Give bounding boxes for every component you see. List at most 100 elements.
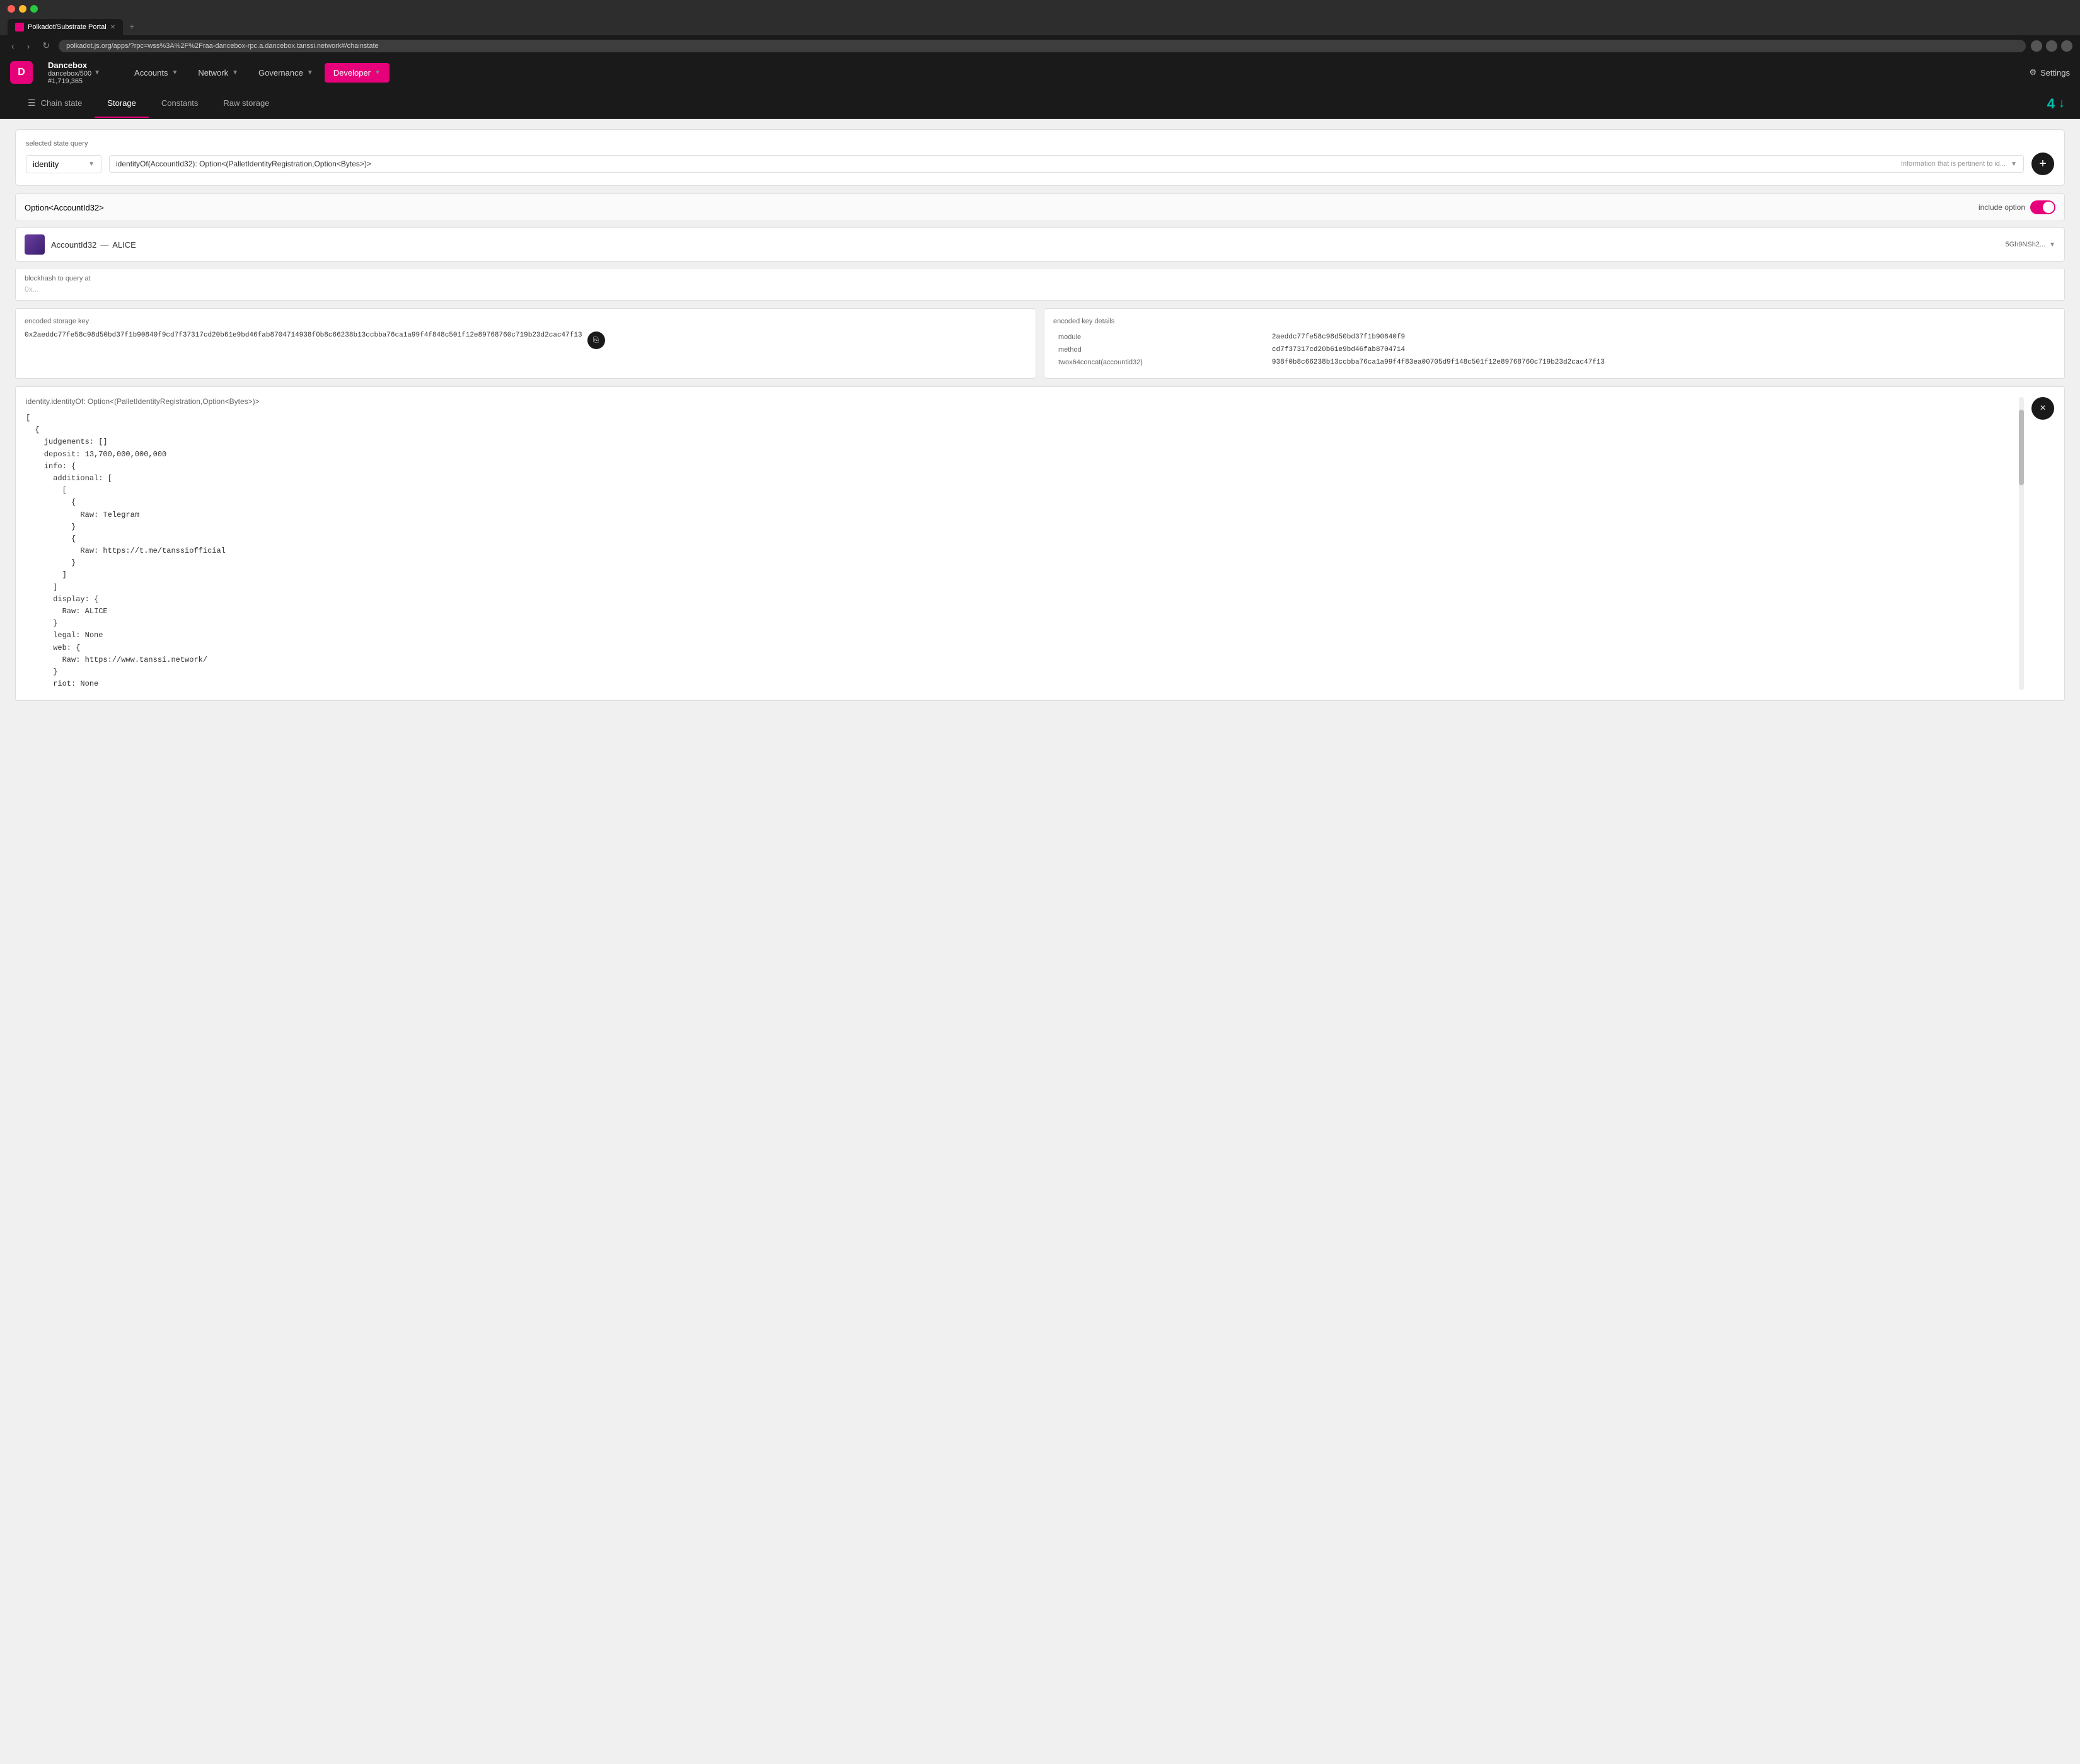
result-scrollbar-thumb — [2019, 410, 2024, 485]
gear-icon: ⚙ — [2029, 67, 2037, 78]
encoded-key-card: encoded storage key 0x2aeddc77fe58c98d50… — [15, 308, 1036, 379]
subnav-raw-storage-label: Raw storage — [223, 98, 269, 108]
module-row-label: module — [1054, 331, 1267, 343]
down-arrow-icon: ↓ — [2059, 96, 2065, 111]
main-nav: Accounts ▼ Network ▼ Governance ▼ Develo… — [125, 63, 2014, 83]
query-section: selected state query identity ▼ identity… — [15, 129, 2065, 186]
encoded-key-value-group: 0x2aeddc77fe58c98d50bd37f1b90840f9cd7f37… — [25, 330, 1027, 349]
developer-chevron-icon: ▼ — [374, 69, 381, 76]
nav-label-network: Network — [198, 68, 228, 78]
account-name-group: AccountId32 — ALICE — [51, 240, 136, 250]
result-code: [ { judgements: [] deposit: 13,700,000,0… — [26, 412, 2011, 690]
traffic-yellow — [19, 5, 26, 13]
nav-item-developer[interactable]: Developer ▼ — [325, 63, 390, 83]
twox-row-label: twox64concat(accountid32) — [1054, 357, 1267, 368]
add-query-button[interactable]: + — [2031, 153, 2054, 175]
nav-item-governance[interactable]: Governance ▼ — [250, 63, 322, 83]
network-name: Dancebox — [48, 61, 91, 70]
copy-key-button[interactable]: ⎘ — [587, 331, 605, 349]
main-content: selected state query identity ▼ identity… — [0, 119, 2080, 1764]
result-scrollbar[interactable] — [2019, 397, 2024, 690]
include-option-group: include option — [1979, 200, 2055, 214]
network-block: #1,719,365 — [48, 78, 91, 85]
twox-row-value: 938f0b8c66238b13ccbba76ca1a99f4f83ea0070… — [1268, 357, 2054, 368]
tab-favicon — [15, 23, 24, 32]
subnav-constants[interactable]: Constants — [149, 89, 211, 118]
active-tab[interactable]: Polkadot/Substrate Portal ✕ — [8, 19, 123, 35]
option-label: Option<AccountId32> — [25, 203, 104, 212]
subnav-chain-state-label: Chain state — [41, 98, 83, 108]
blockhash-input[interactable]: 0x... — [25, 285, 2055, 294]
account-name: ALICE — [112, 240, 136, 250]
option-row: Option<AccountId32> include option — [15, 193, 2065, 221]
extension-icon-1 — [2031, 40, 2042, 52]
method-hint: Information that is pertinent to id... — [1901, 160, 2006, 168]
method-chevron-icon: ▼ — [2011, 161, 2017, 168]
key-details-module-row: module 2aeddc77fe58c98d50bd37f1b90840f9 — [1054, 331, 2054, 343]
database-icon: ☰ — [28, 98, 36, 108]
traffic-green — [30, 5, 38, 13]
nav-label-accounts: Accounts — [134, 68, 168, 78]
network-nav-chevron-icon: ▼ — [232, 69, 238, 76]
back-button[interactable]: ‹ — [8, 40, 18, 52]
forward-button[interactable]: › — [23, 40, 34, 52]
subnav-right: 4 ↓ — [2047, 96, 2065, 112]
account-dash: — — [100, 240, 108, 250]
refresh-button[interactable]: ↻ — [38, 39, 54, 52]
query-label: selected state query — [26, 140, 2054, 147]
key-details-table: module 2aeddc77fe58c98d50bd37f1b90840f9 … — [1053, 330, 2055, 369]
method-selector[interactable]: identityOf(AccountId32): Option<(PalletI… — [109, 155, 2024, 173]
module-value: identity — [33, 159, 59, 169]
storage-grid: encoded storage key 0x2aeddc77fe58c98d50… — [15, 308, 2065, 379]
settings-label: Settings — [2040, 68, 2070, 78]
sub-nav: ☰ Chain state Storage Constants Raw stor… — [0, 89, 2080, 119]
account-avatar — [25, 234, 45, 255]
close-result-button[interactable]: × — [2031, 397, 2054, 420]
address-bar: ‹ › ↻ — [0, 35, 2080, 56]
app-header: D Dancebox dancebox/500 #1,719,365 ▼ Acc… — [0, 56, 2080, 89]
blockhash-section: blockhash to query at 0x... — [15, 268, 2065, 301]
module-chevron-icon: ▼ — [88, 161, 95, 168]
result-title: identity.identityOf: Option<(PalletIdent… — [26, 397, 2011, 406]
subnav-constants-label: Constants — [161, 98, 199, 108]
extension-icon-2 — [2046, 40, 2057, 52]
tab-title: Polkadot/Substrate Portal — [28, 23, 107, 31]
nav-item-accounts[interactable]: Accounts ▼ — [125, 63, 187, 83]
network-sub: dancebox/500 — [48, 70, 91, 78]
new-tab-button[interactable]: + — [125, 18, 138, 35]
result-content: identity.identityOf: Option<(PalletIdent… — [26, 397, 2011, 690]
settings-button[interactable]: ⚙ Settings — [2029, 67, 2070, 78]
key-details-card: encoded key details module 2aeddc77fe58c… — [1044, 308, 2065, 379]
network-chevron-icon: ▼ — [94, 69, 100, 76]
key-details-twox-row: twox64concat(accountid32) 938f0b8c66238b… — [1054, 357, 2054, 368]
encoded-key-value: 0x2aeddc77fe58c98d50bd37f1b90840f9cd7f37… — [25, 330, 582, 341]
nav-label-developer: Developer — [333, 68, 371, 78]
extension-icon-3 — [2061, 40, 2072, 52]
subnav-storage[interactable]: Storage — [95, 89, 149, 118]
subnav-chain-state[interactable]: ☰ Chain state — [15, 89, 95, 118]
include-option-label: include option — [1979, 203, 2025, 212]
include-option-toggle[interactable] — [2030, 200, 2055, 214]
result-section: identity.identityOf: Option<(PalletIdent… — [15, 386, 2065, 701]
key-details-method-row: method cd7f37317cd20b61e9bd46fab8704714 — [1054, 344, 2054, 355]
account-id-label: AccountId32 — [51, 240, 96, 250]
address-input[interactable] — [59, 40, 2026, 52]
method-row-label: method — [1054, 344, 1267, 355]
module-selector[interactable]: identity ▼ — [26, 155, 101, 173]
encoded-key-label: encoded storage key — [25, 318, 1027, 325]
query-row: identity ▼ identityOf(AccountId32): Opti… — [26, 153, 2054, 175]
blockhash-label: blockhash to query at — [25, 275, 2055, 282]
accounts-chevron-icon: ▼ — [172, 69, 178, 76]
nav-item-network[interactable]: Network ▼ — [189, 63, 247, 83]
account-address-group[interactable]: 5Gh9NSh2... ▼ — [2006, 241, 2056, 248]
method-signature: identityOf(AccountId32): Option<(PalletI… — [116, 159, 371, 168]
module-row-value: 2aeddc77fe58c98d50bd37f1b90840f9 — [1268, 331, 2054, 343]
browser-actions — [2031, 40, 2072, 52]
badge-number: 4 — [2047, 96, 2055, 112]
tab-close-button[interactable]: ✕ — [110, 24, 115, 31]
governance-chevron-icon: ▼ — [307, 69, 313, 76]
subnav-raw-storage[interactable]: Raw storage — [211, 89, 282, 118]
network-dropdown[interactable]: Dancebox dancebox/500 #1,719,365 ▼ — [48, 61, 100, 85]
subnav-storage-label: Storage — [107, 98, 136, 108]
account-address: 5Gh9NSh2... — [2006, 241, 2046, 248]
